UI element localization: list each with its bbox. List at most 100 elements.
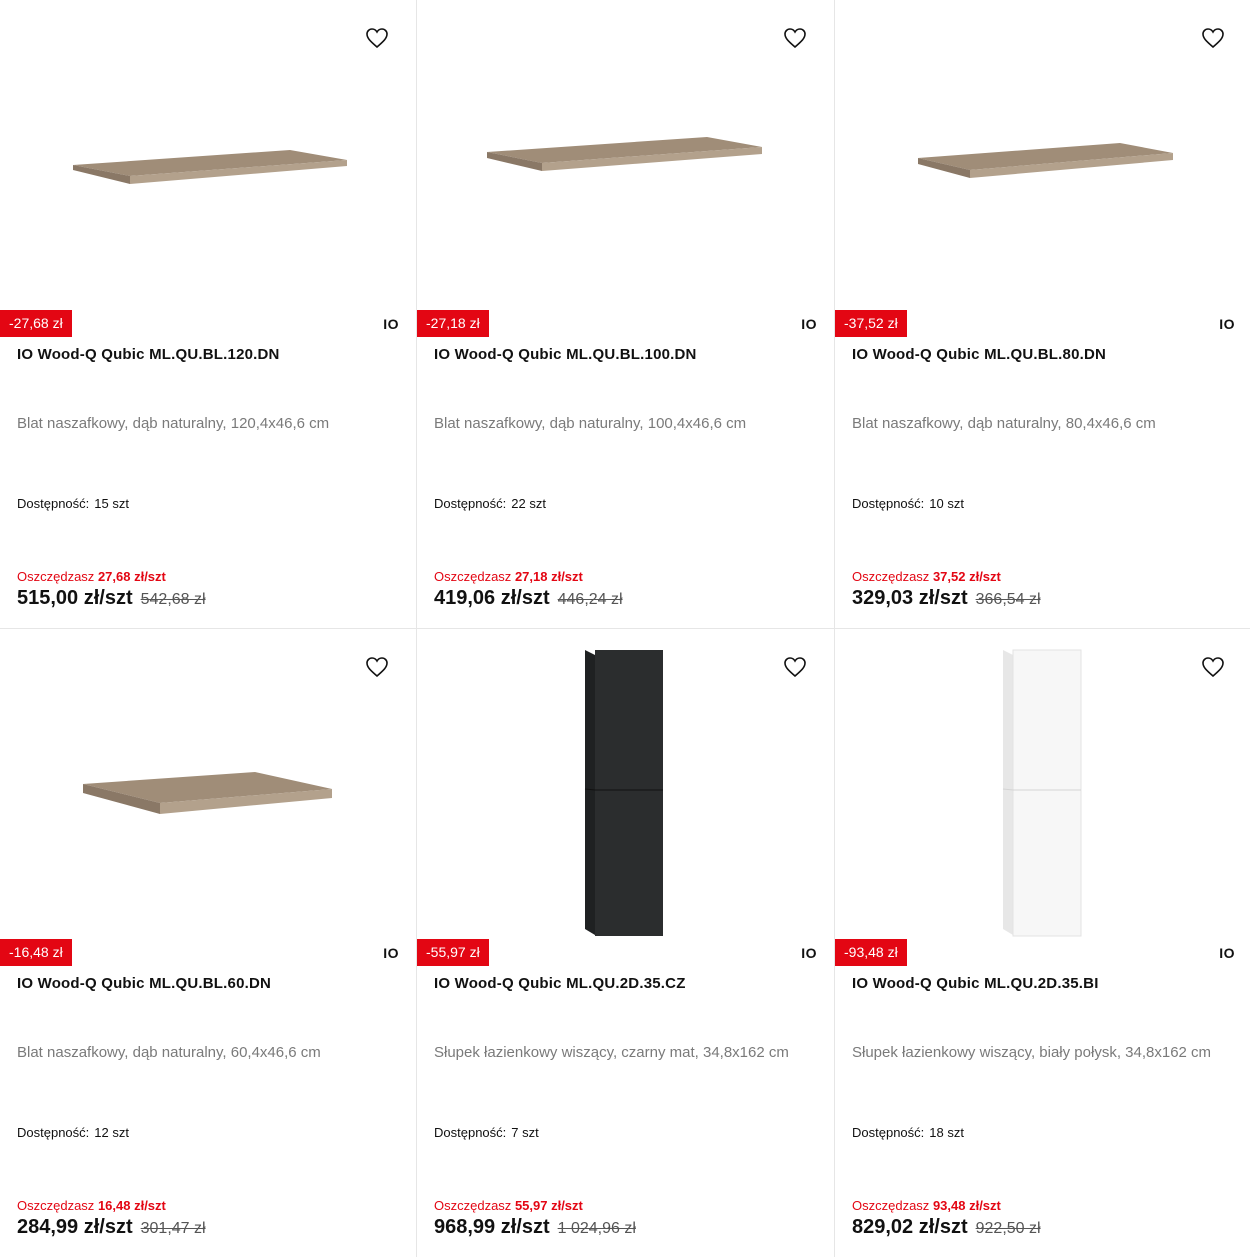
product-name-link[interactable]: IO Wood-Q Qubic ML.QU.BL.120.DN — [17, 346, 400, 363]
availability-value: 18 szt — [929, 1125, 964, 1140]
wishlist-heart-icon[interactable] — [1201, 26, 1225, 50]
availability: Dostępność: 7 szt — [434, 1125, 539, 1140]
product-description: Blat naszafkowy, dąb naturalny, 120,4x46… — [17, 415, 330, 432]
product-image[interactable] — [417, 0, 834, 308]
wishlist-heart-icon[interactable] — [365, 655, 389, 679]
savings-text: Oszczędzasz 37,52 zł/szt — [852, 569, 1001, 584]
availability-value: 15 szt — [94, 496, 129, 511]
availability-label: Dostępność: — [434, 1125, 507, 1140]
availability-label: Dostępność: — [17, 496, 90, 511]
price-row: 829,02 zł/szt 922,50 zł — [852, 1216, 1041, 1239]
wooden-countertop-image — [83, 772, 332, 814]
availability-value: 22 szt — [511, 496, 546, 511]
product-description: Blat naszafkowy, dąb naturalny, 60,4x46,… — [17, 1044, 321, 1061]
product-image[interactable] — [835, 0, 1250, 308]
discount-badge: -27,18 zł — [417, 310, 489, 337]
savings-label: Oszczędzasz — [852, 569, 930, 584]
old-price: 446,24 zł — [557, 591, 623, 608]
old-price: 542,68 zł — [140, 591, 206, 608]
product-image[interactable] — [835, 629, 1250, 937]
product-description: Słupek łazienkowy wiszący, biały połysk,… — [852, 1044, 1212, 1061]
availability: Dostępność: 12 szt — [17, 1125, 129, 1140]
old-price: 922,50 zł — [975, 1220, 1041, 1237]
old-price: 366,54 zł — [975, 591, 1041, 608]
availability-value: 10 szt — [929, 496, 964, 511]
product-description: Słupek łazienkowy wiszący, czarny mat, 3… — [434, 1044, 789, 1061]
price-row: 419,06 zł/szt 446,24 zł — [434, 587, 623, 610]
product-name-link[interactable]: IO Wood-Q Qubic ML.QU.BL.100.DN — [434, 346, 818, 363]
product-description: Blat naszafkowy, dąb naturalny, 100,4x46… — [434, 415, 747, 432]
savings-label: Oszczędzasz — [434, 1198, 512, 1213]
availability: Dostępność: 10 szt — [852, 496, 964, 511]
savings-text: Oszczędzasz 27,68 zł/szt — [17, 569, 166, 584]
wishlist-heart-icon[interactable] — [783, 655, 807, 679]
old-price: 301,47 zł — [140, 1220, 206, 1237]
savings-text: Oszczędzasz 27,18 zł/szt — [434, 569, 583, 584]
wishlist-heart-icon[interactable] — [783, 26, 807, 50]
current-price: 515,00 zł/szt — [17, 587, 133, 609]
savings-text: Oszczędzasz 93,48 zł/szt — [852, 1198, 1001, 1213]
product-card[interactable]: -55,97 zł IO IO Wood-Q Qubic ML.QU.2D.35… — [417, 629, 834, 1258]
availability-label: Dostępność: — [852, 496, 925, 511]
savings-label: Oszczędzasz — [17, 569, 95, 584]
product-card[interactable]: -16,48 zł IO IO Wood-Q Qubic ML.QU.BL.60… — [0, 629, 416, 1258]
savings-label: Oszczędzasz — [17, 1198, 95, 1213]
savings-text: Oszczędzasz 55,97 zł/szt — [434, 1198, 583, 1213]
product-name-link[interactable]: IO Wood-Q Qubic ML.QU.2D.35.BI — [852, 975, 1236, 992]
savings-label: Oszczędzasz — [852, 1198, 930, 1213]
current-price: 419,06 zł/szt — [434, 587, 550, 609]
savings-label: Oszczędzasz — [434, 569, 512, 584]
product-card[interactable]: -37,52 zł IO IO Wood-Q Qubic ML.QU.BL.80… — [835, 0, 1250, 628]
current-price: 284,99 zł/szt — [17, 1216, 133, 1238]
product-card[interactable]: -27,18 zł IO IO Wood-Q Qubic ML.QU.BL.10… — [417, 0, 834, 628]
wooden-countertop-image — [487, 137, 762, 171]
wishlist-heart-icon[interactable] — [365, 26, 389, 50]
price-row: 284,99 zł/szt 301,47 zł — [17, 1216, 206, 1239]
product-image[interactable] — [0, 0, 416, 308]
brand-label: IO — [1219, 316, 1235, 332]
savings-value: 93,48 zł/szt — [932, 1198, 1001, 1213]
brand-label: IO — [1219, 945, 1235, 961]
savings-text: Oszczędzasz 16,48 zł/szt — [17, 1198, 166, 1213]
savings-value: 16,48 zł/szt — [97, 1198, 166, 1213]
product-description: Blat naszafkowy, dąb naturalny, 80,4x46,… — [852, 415, 1156, 432]
discount-badge: -55,97 zł — [417, 939, 489, 966]
product-name-link[interactable]: IO Wood-Q Qubic ML.QU.BL.60.DN — [17, 975, 400, 992]
product-card[interactable]: -93,48 zł IO IO Wood-Q Qubic ML.QU.2D.35… — [835, 629, 1250, 1258]
price-row: 329,03 zł/szt 366,54 zł — [852, 587, 1041, 610]
discount-badge: -93,48 zł — [835, 939, 907, 966]
savings-value: 27,68 zł/szt — [97, 569, 166, 584]
product-name-link[interactable]: IO Wood-Q Qubic ML.QU.2D.35.CZ — [434, 975, 818, 992]
discount-badge: -37,52 zł — [835, 310, 907, 337]
product-image[interactable] — [417, 629, 834, 937]
brand-label: IO — [801, 316, 817, 332]
savings-value: 55,97 zł/szt — [514, 1198, 583, 1213]
price-row: 515,00 zł/szt 542,68 zł — [17, 587, 206, 610]
discount-badge: -16,48 zł — [0, 939, 72, 966]
wooden-countertop-image — [918, 143, 1173, 178]
discount-badge: -27,68 zł — [0, 310, 72, 337]
product-grid: -27,68 zł IO IO Wood-Q Qubic ML.QU.BL.12… — [0, 0, 1250, 1258]
wishlist-heart-icon[interactable] — [1201, 655, 1225, 679]
old-price: 1 024,96 zł — [557, 1220, 636, 1237]
availability-value: 12 szt — [94, 1125, 129, 1140]
availability: Dostępność: 22 szt — [434, 496, 546, 511]
tall-cabinet-black-image — [584, 650, 663, 936]
savings-value: 27,18 zł/szt — [514, 569, 583, 584]
availability-value: 7 szt — [511, 1125, 539, 1140]
availability-label: Dostępność: — [434, 496, 507, 511]
tall-cabinet-white-image — [1002, 649, 1082, 937]
brand-label: IO — [801, 945, 817, 961]
product-card[interactable]: -27,68 zł IO IO Wood-Q Qubic ML.QU.BL.12… — [0, 0, 416, 628]
wooden-countertop-image — [73, 150, 347, 184]
price-row: 968,99 zł/szt 1 024,96 zł — [434, 1216, 636, 1239]
current-price: 829,02 zł/szt — [852, 1216, 968, 1238]
current-price: 968,99 zł/szt — [434, 1216, 550, 1238]
brand-label: IO — [383, 945, 399, 961]
product-image[interactable] — [0, 629, 416, 937]
product-name-link[interactable]: IO Wood-Q Qubic ML.QU.BL.80.DN — [852, 346, 1236, 363]
availability: Dostępność: 18 szt — [852, 1125, 964, 1140]
availability-label: Dostępność: — [17, 1125, 90, 1140]
availability: Dostępność: 15 szt — [17, 496, 129, 511]
savings-value: 37,52 zł/szt — [932, 569, 1001, 584]
